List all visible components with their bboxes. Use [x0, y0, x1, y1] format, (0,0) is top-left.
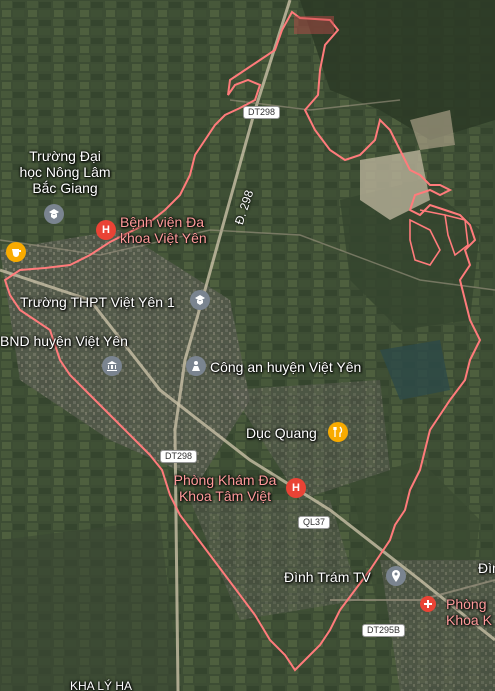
road-shield-dt298-top: DT298 [243, 106, 281, 119]
government-icon[interactable] [102, 356, 122, 376]
cafe-icon[interactable] [6, 242, 26, 262]
label-phong-kham-tam-viet[interactable]: Phòng Khám Đa Khoa Tâm Việt [166, 472, 284, 504]
hospital-pin-benh-vien[interactable]: H [96, 220, 116, 240]
label-line: Khoa K [446, 612, 492, 628]
restaurant-icon[interactable] [328, 422, 348, 442]
hospital-icon-right[interactable] [420, 596, 436, 612]
label-line: Bắc Giang [32, 180, 98, 196]
place-pin-icon[interactable] [386, 566, 406, 586]
label-line: khoa Việt Yên [120, 230, 207, 246]
label-line: Trường Đại [29, 148, 101, 164]
label-thpt[interactable]: Trường THPT Việt Yên 1 [20, 294, 175, 310]
label-truong-dai-hoc[interactable]: Trường Đại học Nông Lâm Bắc Giang [6, 148, 124, 196]
road-shield-dt295b: DT295B [362, 624, 406, 637]
label-line: Phòng [446, 596, 487, 612]
label-line: học Nông Lâm [19, 164, 111, 180]
label-ubnd[interactable]: BND huyện Việt Yên [0, 333, 128, 349]
label-benh-vien[interactable]: Bệnh viện Đa khoa Việt Yên [120, 214, 207, 246]
label-kha-ly-ha[interactable]: KHA LÝ HẠ [70, 678, 132, 691]
label-cong-an[interactable]: Công an huyện Việt Yên [210, 359, 361, 375]
map-view[interactable]: DT298 DT298 QL37 DT295B Đ. 298 H H Trườn… [0, 0, 495, 691]
school-icon-thpt[interactable] [190, 290, 210, 310]
label-duc-quang[interactable]: Dục Quang [246, 425, 317, 441]
label-line: Phòng Khám Đa [173, 472, 277, 488]
label-dinh-tram[interactable]: Đình Trám TV [284, 569, 371, 585]
label-line: Khoa Tâm Việt [178, 488, 272, 504]
label-line: Bệnh viện Đa [120, 214, 205, 230]
label-right-edge[interactable]: Đình [478, 560, 495, 576]
road-shield-ql37: QL37 [298, 516, 331, 529]
label-phong-kham-right[interactable]: Phòng Khoa K [446, 596, 492, 628]
hospital-pin-tam-viet[interactable]: H [286, 478, 306, 498]
school-icon[interactable] [44, 204, 64, 224]
road-shield-dt298-left: DT298 [160, 450, 198, 463]
police-icon[interactable] [186, 356, 206, 376]
